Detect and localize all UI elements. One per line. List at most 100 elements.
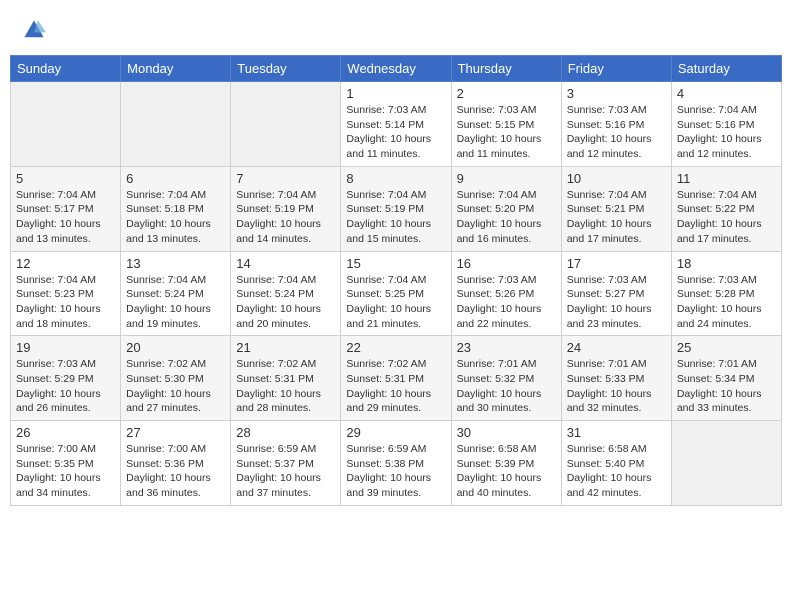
page-header bbox=[10, 10, 782, 51]
day-info: Sunrise: 6:58 AM Sunset: 5:39 PM Dayligh… bbox=[457, 442, 556, 501]
calendar-cell: 23 Sunrise: 7:01 AM Sunset: 5:32 PM Dayli… bbox=[451, 336, 561, 421]
day-info: Sunrise: 7:03 AM Sunset: 5:26 PM Dayligh… bbox=[457, 273, 556, 332]
day-info: Sunrise: 7:03 AM Sunset: 5:16 PM Dayligh… bbox=[567, 103, 666, 162]
calendar-cell: 17 Sunrise: 7:03 AM Sunset: 5:27 PM Dayli… bbox=[561, 251, 671, 336]
calendar-cell: 8 Sunrise: 7:04 AM Sunset: 5:19 PM Daylig… bbox=[341, 166, 451, 251]
day-info: Sunrise: 7:04 AM Sunset: 5:24 PM Dayligh… bbox=[236, 273, 335, 332]
calendar-cell: 10 Sunrise: 7:04 AM Sunset: 5:21 PM Dayli… bbox=[561, 166, 671, 251]
week-row-2: 5 Sunrise: 7:04 AM Sunset: 5:17 PM Daylig… bbox=[11, 166, 782, 251]
day-number: 29 bbox=[346, 425, 445, 440]
calendar-cell: 13 Sunrise: 7:04 AM Sunset: 5:24 PM Dayli… bbox=[121, 251, 231, 336]
day-number: 7 bbox=[236, 171, 335, 186]
day-number: 25 bbox=[677, 340, 776, 355]
week-row-1: 1 Sunrise: 7:03 AM Sunset: 5:14 PM Daylig… bbox=[11, 82, 782, 167]
day-number: 3 bbox=[567, 86, 666, 101]
calendar-cell: 31 Sunrise: 6:58 AM Sunset: 5:40 PM Dayli… bbox=[561, 421, 671, 506]
day-number: 9 bbox=[457, 171, 556, 186]
day-info: Sunrise: 7:01 AM Sunset: 5:32 PM Dayligh… bbox=[457, 357, 556, 416]
day-number: 5 bbox=[16, 171, 115, 186]
calendar-cell: 18 Sunrise: 7:03 AM Sunset: 5:28 PM Dayli… bbox=[671, 251, 781, 336]
calendar-cell: 1 Sunrise: 7:03 AM Sunset: 5:14 PM Daylig… bbox=[341, 82, 451, 167]
calendar-cell: 12Sunrise: 7:04 AM Sunset: 5:23 PM Dayli… bbox=[11, 251, 121, 336]
day-info: Sunrise: 7:04 AM Sunset: 5:19 PM Dayligh… bbox=[346, 188, 445, 247]
calendar-cell: 9Sunrise: 7:04 AM Sunset: 5:20 PM Daylig… bbox=[451, 166, 561, 251]
day-info: Sunrise: 7:02 AM Sunset: 5:30 PM Dayligh… bbox=[126, 357, 225, 416]
day-info: Sunrise: 7:04 AM Sunset: 5:19 PM Dayligh… bbox=[236, 188, 335, 247]
day-number: 24 bbox=[567, 340, 666, 355]
day-info: Sunrise: 7:02 AM Sunset: 5:31 PM Dayligh… bbox=[236, 357, 335, 416]
day-info: Sunrise: 7:03 AM Sunset: 5:28 PM Dayligh… bbox=[677, 273, 776, 332]
week-row-5: 26Sunrise: 7:00 AM Sunset: 5:35 PM Dayli… bbox=[11, 421, 782, 506]
day-number: 30 bbox=[457, 425, 556, 440]
day-number: 16 bbox=[457, 256, 556, 271]
calendar-cell: 20 Sunrise: 7:02 AM Sunset: 5:30 PM Dayli… bbox=[121, 336, 231, 421]
day-info: Sunrise: 7:03 AM Sunset: 5:15 PM Dayligh… bbox=[457, 103, 556, 162]
day-info: Sunrise: 7:04 AM Sunset: 5:17 PM Dayligh… bbox=[16, 188, 115, 247]
calendar-cell: 11 Sunrise: 7:04 AM Sunset: 5:22 PM Dayli… bbox=[671, 166, 781, 251]
calendar-cell: 16 Sunrise: 7:03 AM Sunset: 5:26 PM Dayli… bbox=[451, 251, 561, 336]
calendar-cell: 14 Sunrise: 7:04 AM Sunset: 5:24 PM Dayli… bbox=[231, 251, 341, 336]
calendar-cell: 29 Sunrise: 6:59 AM Sunset: 5:38 PM Dayli… bbox=[341, 421, 451, 506]
day-number: 1 bbox=[346, 86, 445, 101]
calendar-cell: 4 Sunrise: 7:04 AM Sunset: 5:16 PM Daylig… bbox=[671, 82, 781, 167]
calendar-cell: 27 Sunrise: 7:00 AM Sunset: 5:36 PM Dayli… bbox=[121, 421, 231, 506]
day-number: 31 bbox=[567, 425, 666, 440]
calendar-cell: 3 Sunrise: 7:03 AM Sunset: 5:16 PM Daylig… bbox=[561, 82, 671, 167]
day-info: Sunrise: 7:04 AM Sunset: 5:23 PM Dayligh… bbox=[16, 273, 115, 332]
weekday-header-sunday: Sunday bbox=[11, 56, 121, 82]
week-row-3: 12Sunrise: 7:04 AM Sunset: 5:23 PM Dayli… bbox=[11, 251, 782, 336]
day-info: Sunrise: 6:59 AM Sunset: 5:38 PM Dayligh… bbox=[346, 442, 445, 501]
calendar-table: SundayMondayTuesdayWednesdayThursdayFrid… bbox=[10, 55, 782, 506]
calendar-cell: 2 Sunrise: 7:03 AM Sunset: 5:15 PM Daylig… bbox=[451, 82, 561, 167]
day-number: 28 bbox=[236, 425, 335, 440]
calendar-cell: 5 Sunrise: 7:04 AM Sunset: 5:17 PM Daylig… bbox=[11, 166, 121, 251]
day-info: Sunrise: 7:02 AM Sunset: 5:31 PM Dayligh… bbox=[346, 357, 445, 416]
day-info: Sunrise: 7:04 AM Sunset: 5:21 PM Dayligh… bbox=[567, 188, 666, 247]
weekday-header-wednesday: Wednesday bbox=[341, 56, 451, 82]
day-info: Sunrise: 7:00 AM Sunset: 5:36 PM Dayligh… bbox=[126, 442, 225, 501]
day-number: 6 bbox=[126, 171, 225, 186]
day-info: Sunrise: 7:01 AM Sunset: 5:33 PM Dayligh… bbox=[567, 357, 666, 416]
day-number: 2 bbox=[457, 86, 556, 101]
calendar-cell: 25Sunrise: 7:01 AM Sunset: 5:34 PM Dayli… bbox=[671, 336, 781, 421]
weekday-header-thursday: Thursday bbox=[451, 56, 561, 82]
day-number: 4 bbox=[677, 86, 776, 101]
day-number: 27 bbox=[126, 425, 225, 440]
day-number: 8 bbox=[346, 171, 445, 186]
day-info: Sunrise: 6:58 AM Sunset: 5:40 PM Dayligh… bbox=[567, 442, 666, 501]
calendar-cell: 15Sunrise: 7:04 AM Sunset: 5:25 PM Dayli… bbox=[341, 251, 451, 336]
calendar-cell: 26Sunrise: 7:00 AM Sunset: 5:35 PM Dayli… bbox=[11, 421, 121, 506]
day-number: 11 bbox=[677, 171, 776, 186]
day-number: 17 bbox=[567, 256, 666, 271]
logo-icon bbox=[22, 18, 46, 42]
weekday-header-tuesday: Tuesday bbox=[231, 56, 341, 82]
week-row-4: 19 Sunrise: 7:03 AM Sunset: 5:29 PM Dayli… bbox=[11, 336, 782, 421]
day-info: Sunrise: 7:04 AM Sunset: 5:16 PM Dayligh… bbox=[677, 103, 776, 162]
day-number: 13 bbox=[126, 256, 225, 271]
day-number: 19 bbox=[16, 340, 115, 355]
day-info: Sunrise: 7:04 AM Sunset: 5:22 PM Dayligh… bbox=[677, 188, 776, 247]
day-number: 22 bbox=[346, 340, 445, 355]
day-number: 10 bbox=[567, 171, 666, 186]
calendar-cell bbox=[11, 82, 121, 167]
calendar-cell bbox=[231, 82, 341, 167]
day-info: Sunrise: 7:03 AM Sunset: 5:14 PM Dayligh… bbox=[346, 103, 445, 162]
day-number: 20 bbox=[126, 340, 225, 355]
weekday-header-row: SundayMondayTuesdayWednesdayThursdayFrid… bbox=[11, 56, 782, 82]
weekday-header-friday: Friday bbox=[561, 56, 671, 82]
day-info: Sunrise: 7:04 AM Sunset: 5:18 PM Dayligh… bbox=[126, 188, 225, 247]
day-number: 14 bbox=[236, 256, 335, 271]
day-info: Sunrise: 7:00 AM Sunset: 5:35 PM Dayligh… bbox=[16, 442, 115, 501]
calendar-cell: 30 Sunrise: 6:58 AM Sunset: 5:39 PM Dayli… bbox=[451, 421, 561, 506]
day-number: 21 bbox=[236, 340, 335, 355]
calendar-cell: 28Sunrise: 6:59 AM Sunset: 5:37 PM Dayli… bbox=[231, 421, 341, 506]
calendar-cell: 19 Sunrise: 7:03 AM Sunset: 5:29 PM Dayli… bbox=[11, 336, 121, 421]
day-number: 23 bbox=[457, 340, 556, 355]
day-info: Sunrise: 7:03 AM Sunset: 5:29 PM Dayligh… bbox=[16, 357, 115, 416]
day-number: 18 bbox=[677, 256, 776, 271]
day-info: Sunrise: 7:04 AM Sunset: 5:24 PM Dayligh… bbox=[126, 273, 225, 332]
calendar-cell bbox=[671, 421, 781, 506]
day-info: Sunrise: 7:03 AM Sunset: 5:27 PM Dayligh… bbox=[567, 273, 666, 332]
day-info: Sunrise: 7:04 AM Sunset: 5:25 PM Dayligh… bbox=[346, 273, 445, 332]
calendar-cell: 21 Sunrise: 7:02 AM Sunset: 5:31 PM Dayli… bbox=[231, 336, 341, 421]
